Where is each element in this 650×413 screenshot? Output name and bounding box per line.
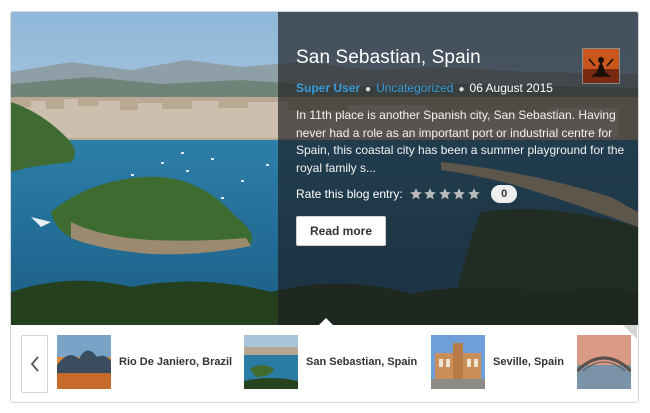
post-meta: Super User ● Uncategorized ● 06 August 2015 [296, 81, 553, 95]
read-more-button[interactable]: Read more [296, 216, 386, 246]
san-sebastian-thumbnail [244, 335, 298, 389]
sydney-thumbnail [577, 335, 631, 389]
separator-dot: ● [458, 84, 465, 95]
carousel-item-label: Seville, Spain [493, 356, 564, 368]
rio-thumbnail [57, 335, 111, 389]
carousel-next-corner[interactable] [623, 325, 637, 339]
carousel-prev-button[interactable] [21, 335, 48, 393]
star-icon[interactable] [467, 187, 481, 201]
star-rating[interactable] [409, 187, 482, 201]
star-icon[interactable] [423, 187, 437, 201]
featured-post: San Sebastian, Spain Super User ● Uncatego… [11, 12, 638, 325]
chevron-left-icon [30, 356, 39, 372]
carousel-item-sydney[interactable] [577, 335, 631, 389]
rating-label: Rate this blog entry: [296, 187, 403, 201]
author-link[interactable]: Super User [296, 81, 360, 95]
seville-thumbnail [431, 335, 485, 389]
post-title[interactable]: San Sebastian, Spain [296, 47, 481, 69]
category-link[interactable]: Uncategorized [376, 81, 453, 95]
active-pointer [319, 318, 333, 325]
star-icon[interactable] [438, 187, 452, 201]
carousel-item-label: San Sebastian, Spain [306, 356, 418, 368]
star-icon[interactable] [409, 187, 423, 201]
post-excerpt: In 11th place is another Spanish city, S… [296, 108, 625, 175]
star-icon[interactable] [452, 187, 466, 201]
vote-count-badge: 0 [491, 185, 518, 203]
post-date: 06 August 2015 [469, 81, 553, 95]
rating-row: Rate this blog entry: 0 [296, 184, 518, 204]
carousel-item-rio[interactable]: Rio De Janiero, Brazil [57, 335, 232, 389]
carousel-item-seville[interactable]: Seville, Spain [431, 335, 564, 389]
author-avatar [582, 48, 620, 84]
blog-slider-card: San Sebastian, Spain Super User ● Uncatego… [10, 11, 639, 403]
carousel-item-label: Rio De Janiero, Brazil [119, 356, 233, 368]
post-carousel: Rio De Janiero, Brazil San Sebastian, Sp… [11, 325, 638, 402]
carousel-item-san-sebastian[interactable]: San Sebastian, Spain [244, 335, 417, 389]
separator-dot: ● [365, 84, 372, 95]
